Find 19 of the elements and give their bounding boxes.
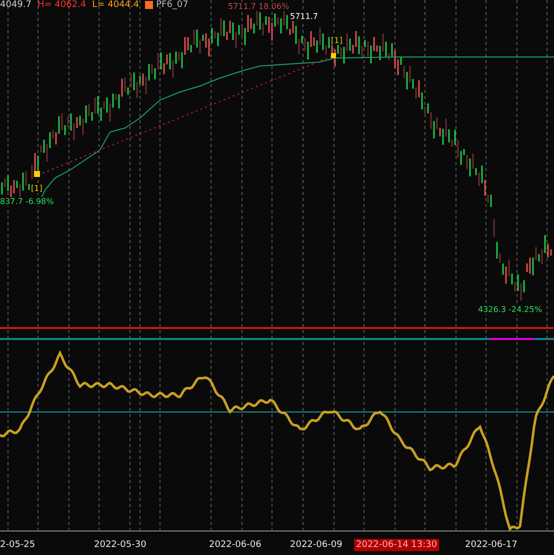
date-label: 2022-06-09 [289,539,344,551]
price-label: [1] [31,184,42,193]
price-label: [1] [331,36,342,45]
price-label: 5711.7 18.06% [228,2,290,11]
legend-value: 4049.7 [0,0,32,10]
entry-marker-icon [331,53,336,58]
series-color-icon [145,1,154,9]
legend-value: PF6_07 [156,0,188,10]
legend-value: L= 4044.4 [92,0,140,10]
date-label: 2022-06-14 13:30 [354,539,440,551]
date-label: 2022-06-06 [208,539,262,551]
date-label: 2022-05-30 [93,539,148,551]
price-label: 837.7 -6.98% [0,197,54,206]
entry-marker-icon [34,171,40,177]
date-label: 2022-06-17 [464,539,518,551]
price-label: 5711.7 [290,12,318,21]
legend-value: H= 4062.4 [38,0,86,10]
date-label: 2-05-25 [0,539,36,551]
price-label: 4326.3 -24.25% [478,305,542,314]
